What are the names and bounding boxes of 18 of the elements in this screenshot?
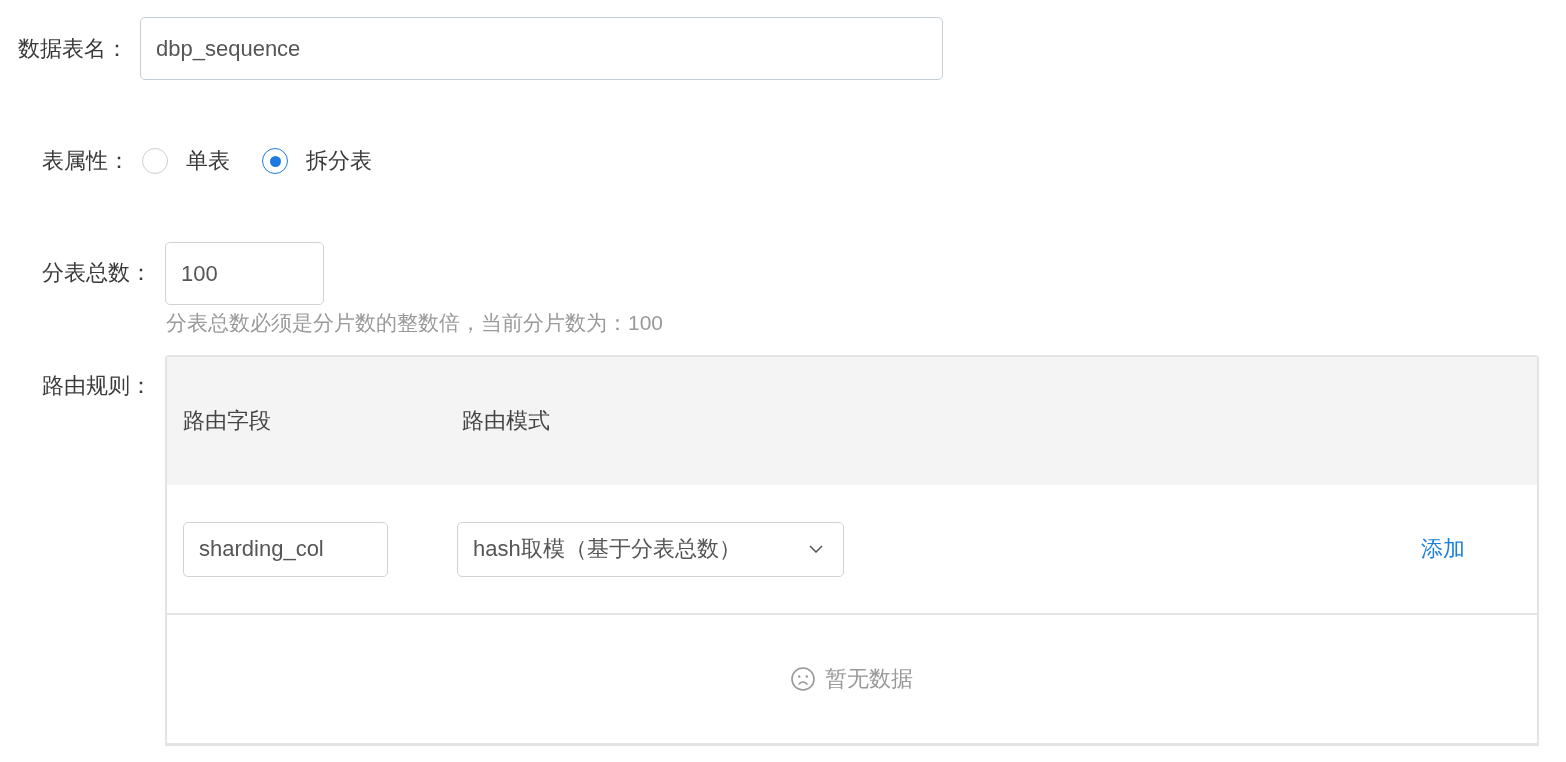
shard-count-input[interactable]: 100 xyxy=(165,242,324,305)
add-link[interactable]: 添加 xyxy=(1421,534,1465,564)
column-header: 路由字段 xyxy=(182,407,272,435)
mode-select[interactable]: hash取模（基于分表总数） xyxy=(457,521,844,577)
field-label: 分表总数： xyxy=(42,260,152,286)
field-label: 表属性： xyxy=(42,148,130,174)
radio-label[interactable]: 拆分表 xyxy=(306,148,372,174)
radio-button[interactable] xyxy=(262,148,288,174)
sad-face-icon xyxy=(791,667,815,691)
radio-label[interactable]: 单表 xyxy=(186,148,230,174)
hint-text: 分表总数必须是分片数的整数倍，当前分片数为：100 xyxy=(165,310,664,336)
chevron-down-icon xyxy=(809,545,823,553)
field-label: 数据表名： xyxy=(18,35,128,62)
field-label: 路由规则： xyxy=(42,373,152,399)
column-header: 路由模式 xyxy=(462,407,550,435)
empty-text: 暂无数据 xyxy=(825,665,913,693)
table-name-input[interactable]: dbp_sequence xyxy=(140,17,943,80)
field-input[interactable]: sharding_col xyxy=(183,521,388,577)
